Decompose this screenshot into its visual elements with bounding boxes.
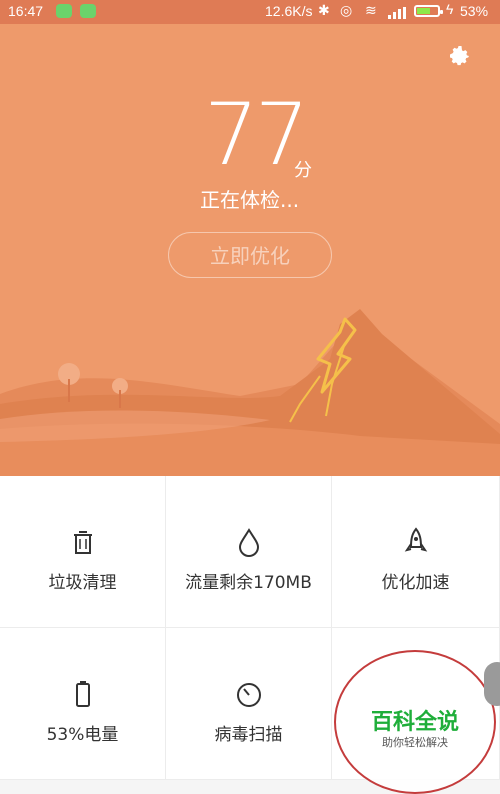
watermark-subtitle: 助你轻松解决 <box>382 736 448 749</box>
rocket-icon <box>404 527 427 552</box>
signal-icon <box>388 7 408 19</box>
droplet-icon <box>238 528 259 557</box>
charging-icon: ϟ <box>446 1 454 17</box>
network-speed: 12.6K/s <box>265 3 313 19</box>
checking-status-text: 正在体检... <box>200 188 300 212</box>
battery-status-icon <box>414 5 443 17</box>
trash-clean-tile[interactable]: 垃圾清理 <box>0 476 166 628</box>
boost-speed-tile[interactable]: 优化加速 <box>332 476 500 628</box>
battery-icon <box>75 681 90 707</box>
tile-label: 垃圾清理 <box>48 573 117 593</box>
tile-label: 优化加速 <box>381 573 450 593</box>
wifi-icon: ≋ <box>365 2 377 18</box>
watermark-badge: 百科全说 助你轻松解决 <box>334 650 496 794</box>
status-time: 16:47 <box>8 3 44 19</box>
virus-scan-tile[interactable]: 病毒扫描 <box>166 628 332 780</box>
battery-percent: 53% <box>460 3 489 19</box>
trash-icon <box>73 531 92 554</box>
notification-app-icon <box>56 4 72 18</box>
settings-gear-icon[interactable] <box>448 44 472 68</box>
floating-side-handle[interactable] <box>484 662 500 706</box>
tile-label: 53%电量 <box>46 725 119 745</box>
score-unit: 分 <box>294 160 312 181</box>
watermark-title: 百科全说 <box>370 710 459 735</box>
sync-icon: ◎ <box>340 2 353 18</box>
bluetooth-icon: ✱ <box>318 2 330 18</box>
health-check-header: 77 分 正在体检... 立即优化 <box>0 24 500 476</box>
health-score: 77 <box>204 85 309 185</box>
tile-label: 流量剩余170MB <box>185 573 312 593</box>
clock-scan-icon <box>236 683 261 707</box>
data-remaining-tile[interactable]: 流量剩余170MB <box>166 476 332 628</box>
tile-label: 病毒扫描 <box>214 725 283 745</box>
status-bar: 16:47 12.6K/s ✱ ◎ ≋ ϟ 53% <box>0 0 500 24</box>
battery-tile[interactable]: 53%电量 <box>0 628 166 780</box>
optimize-now-button[interactable]: 立即优化 <box>168 232 332 278</box>
notification-app-icon <box>80 4 96 18</box>
